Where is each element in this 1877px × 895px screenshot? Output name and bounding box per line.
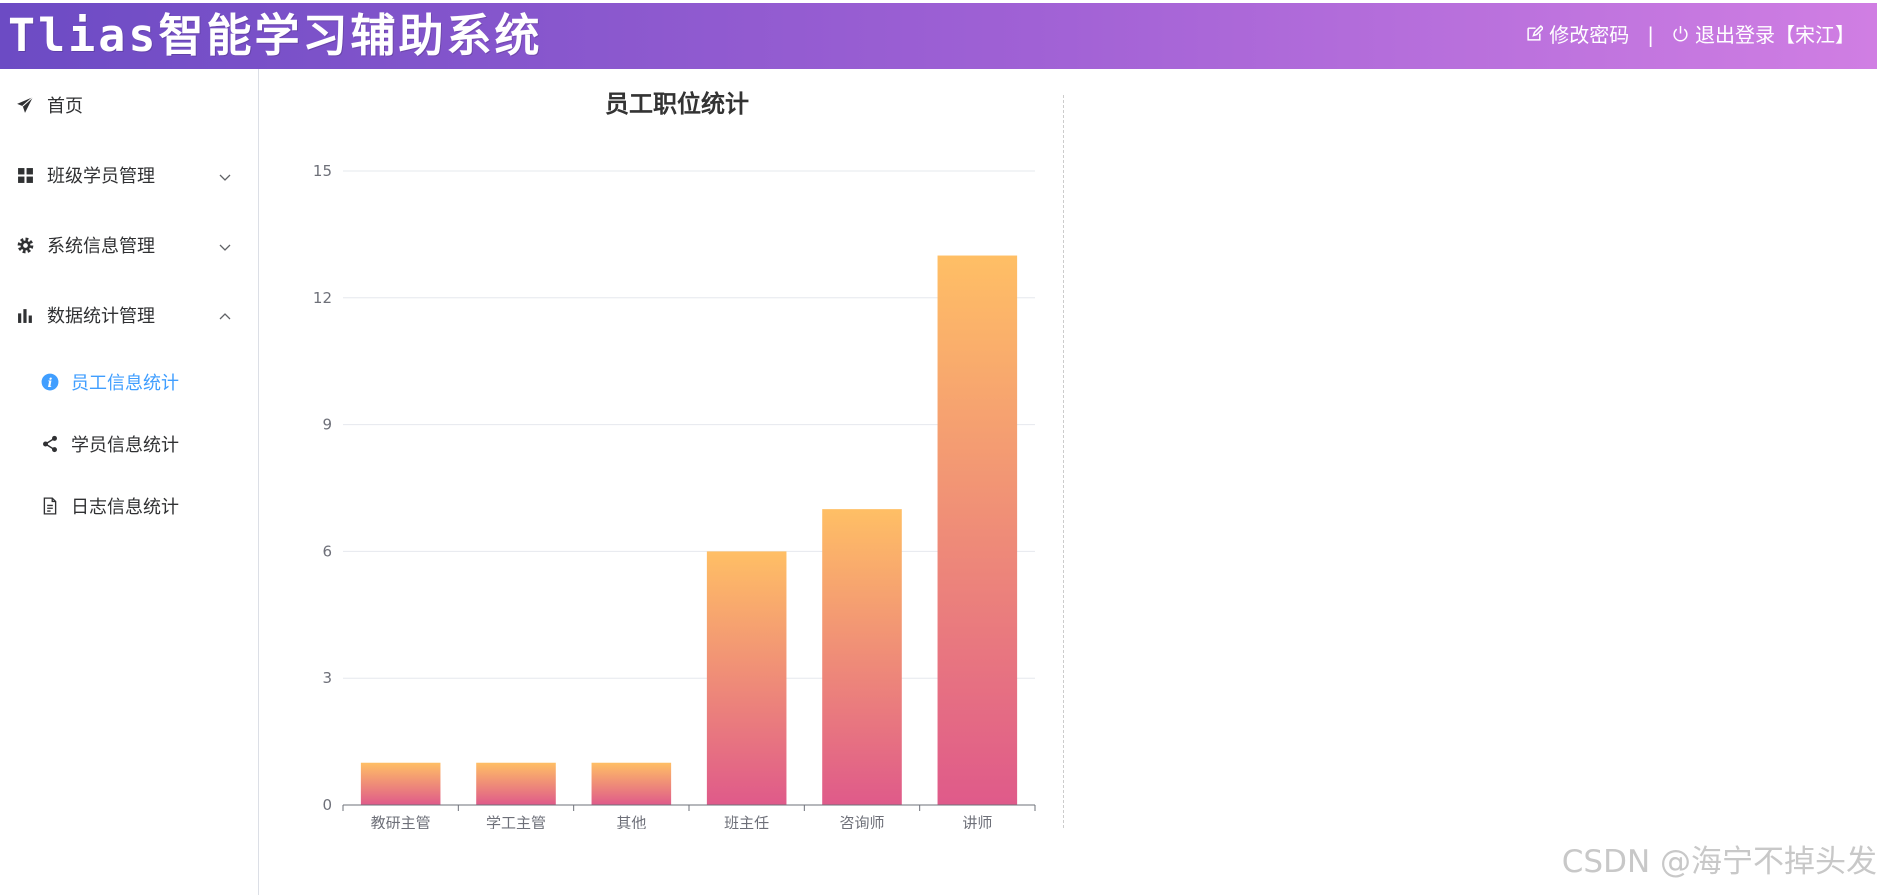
y-tick-label: 15 [313,162,332,180]
chart-divider [1063,95,1064,828]
bar [822,509,902,805]
sidebar-item-data-stats[interactable]: 数据统计管理 [0,287,258,343]
change-password-label: 修改密码 [1549,23,1630,47]
bar [476,762,556,805]
grid-icon [15,165,35,185]
share-icon [40,434,60,454]
header-separator: | [1647,23,1654,47]
x-tick-label: 其他 [616,814,646,829]
x-tick-label: 班主任 [724,814,769,829]
power-icon [1672,21,1689,49]
chevron-down-icon [218,168,232,182]
sidebar-subitem-log-stats[interactable]: 日志信息统计 [0,481,258,531]
sidebar-item-label: 系统信息管理 [47,236,155,257]
y-tick-label: 3 [322,669,332,687]
sidebar-subitem-label: 学员信息统计 [71,435,179,456]
employee-position-chart: 员工职位统计 0 3 6 9 12 15 教研主管 学工主管 其他 班主任 咨询师 讲师 [260,69,1064,829]
sidebar-item-label: 数据统计管理 [47,306,155,327]
sidebar-item-home[interactable]: 首页 [0,77,258,133]
bar-chart-icon [15,305,35,325]
bar [591,762,672,805]
svg-text:i: i [48,375,53,390]
bar-chart: 员工职位统计 0 3 6 9 12 15 教研主管 学工主管 其他 班主任 咨询师 讲师 [313,90,1036,829]
gear-icon [15,235,35,255]
app-title: Tlias智能学习辅助系统 [8,9,543,62]
sidebar-item-class-student[interactable]: 班级学员管理 [0,147,258,203]
document-icon [40,496,60,516]
y-tick-label: 6 [322,542,332,560]
y-tick-label: 0 [322,796,332,814]
info-icon: i [40,372,60,392]
x-tick-label: 咨询师 [839,814,884,829]
header-links: 修改密码 | 退出登录【宋江】 [1526,21,1855,49]
sidebar-subitem-label: 日志信息统计 [71,497,179,518]
watermark: CSDN @海宁不掉头发 [1561,844,1877,880]
bar [706,551,787,805]
sidebar-item-label: 首页 [47,96,83,117]
sidebar-menu: 首页 班级学员管理 系统信息管理 数据统计管理 i 员工信息统计 学员信息统计 … [0,69,259,895]
bar [937,255,1018,806]
chevron-up-icon [218,308,232,322]
logout-label: 退出登录【宋江】 [1695,23,1855,47]
y-tick-label: 12 [313,289,332,307]
y-tick-label: 9 [322,416,332,434]
sidebar-subitem-student-stats[interactable]: 学员信息统计 [0,419,258,469]
x-tick-label: 讲师 [962,814,992,829]
sidebar-item-system-info[interactable]: 系统信息管理 [0,217,258,273]
x-tick-label: 教研主管 [371,814,431,829]
chevron-down-icon [218,238,232,252]
chart-title: 员工职位统计 [605,90,749,118]
app-header: Tlias智能学习辅助系统 修改密码 | 退出登录【宋江】 [0,3,1877,69]
change-password-link[interactable]: 修改密码 [1526,21,1629,49]
sidebar-subitem-label: 员工信息统计 [71,373,179,394]
bar [360,762,441,805]
x-tick-label: 学工主管 [486,814,546,829]
send-icon [15,95,35,115]
logout-link[interactable]: 退出登录【宋江】 [1672,21,1855,49]
sidebar-item-label: 班级学员管理 [47,166,155,187]
sidebar-subitem-employee-stats[interactable]: i 员工信息统计 [0,357,258,407]
edit-icon [1526,21,1545,49]
